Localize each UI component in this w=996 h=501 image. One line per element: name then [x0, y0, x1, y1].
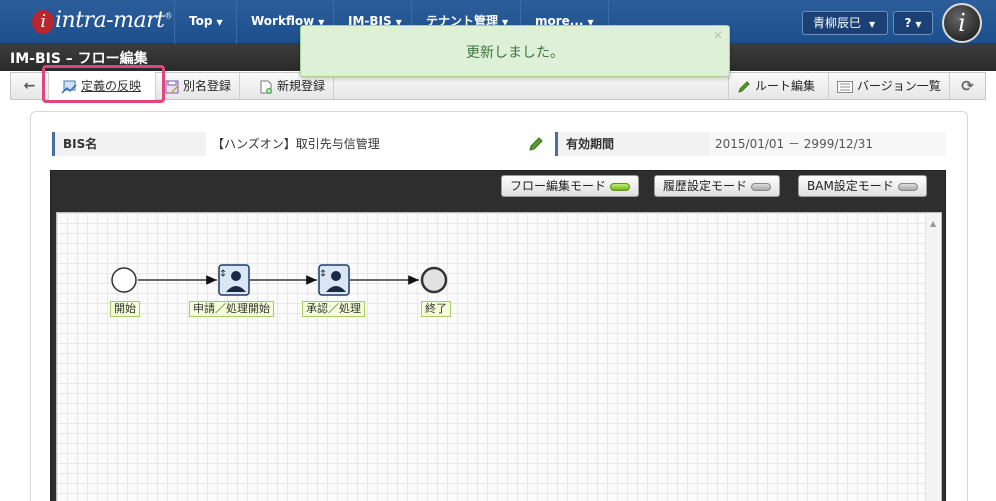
- nav-item-top[interactable]: Top ▼: [174, 0, 237, 44]
- refresh-icon: ⟳: [961, 77, 974, 95]
- scroll-up-icon: ▲: [930, 219, 937, 228]
- new-document-icon: [260, 80, 272, 94]
- route-edit-button[interactable]: ルート編集: [728, 73, 823, 99]
- arrow-left-icon: ←: [23, 78, 36, 94]
- end-node-icon[interactable]: [420, 266, 448, 294]
- node-label-start: 開始: [110, 301, 140, 317]
- flow-canvas[interactable]: [56, 212, 942, 501]
- list-icon: [837, 80, 853, 93]
- chevron-down-icon: ▼: [216, 18, 223, 27]
- help-menu[interactable]: ? ▼: [893, 11, 933, 35]
- refresh-button[interactable]: ⟳: [949, 73, 985, 99]
- mode-off-indicator-icon: [897, 182, 918, 191]
- logo-i-icon: i: [32, 10, 54, 34]
- start-node-icon[interactable]: [111, 267, 137, 293]
- mode-off-indicator-icon: [751, 182, 772, 191]
- brand-i-icon[interactable]: i: [942, 3, 982, 43]
- node-label-approve: 承認／処理: [302, 301, 365, 317]
- pencil-icon: [738, 80, 750, 93]
- bam-mode-button[interactable]: BAM設定モード: [798, 175, 927, 197]
- version-list-button[interactable]: バージョン一覧: [828, 73, 949, 99]
- save-as-button[interactable]: 別名登録: [157, 73, 241, 99]
- logo-text: intra-mart: [55, 8, 165, 33]
- chevron-down-icon: ▼: [869, 20, 876, 29]
- apply-node-icon[interactable]: [218, 264, 250, 296]
- canvas-scrollbar[interactable]: ▲: [925, 213, 941, 501]
- save-as-icon: [165, 80, 179, 94]
- logo-trademark: ®: [164, 11, 172, 21]
- bis-info-row: BIS名 【ハンズオン】取引先与信管理 有効期間 2015/01/01 － 29…: [52, 132, 946, 156]
- user-menu[interactable]: 青柳辰巳 ▼: [802, 11, 888, 35]
- validity-label: 有効期間: [555, 132, 709, 156]
- success-toast: 更新しました。 ×: [300, 25, 730, 77]
- edit-pencil-icon[interactable]: [528, 136, 544, 152]
- node-label-end: 終了: [421, 301, 451, 317]
- bis-name-value: 【ハンズオン】取引先与信管理: [212, 137, 380, 151]
- node-label-apply: 申請／処理開始: [189, 301, 274, 317]
- validity-value: 2015/01/01 － 2999/12/31: [709, 132, 946, 156]
- history-mode-button[interactable]: 履歴設定モード: [654, 175, 781, 197]
- intra-mart-logo[interactable]: i intra-mart®: [32, 8, 172, 34]
- flow-edit-mode-button[interactable]: フロー編集モード: [501, 175, 640, 197]
- bis-name-label: BIS名: [52, 132, 206, 156]
- toast-message: 更新しました。: [466, 45, 564, 61]
- mode-on-indicator-icon: [610, 182, 631, 191]
- highlight-frame: [42, 65, 165, 103]
- close-icon[interactable]: ×: [713, 28, 723, 42]
- chevron-down-icon: ▼: [915, 20, 922, 29]
- approve-node-icon[interactable]: [318, 264, 350, 296]
